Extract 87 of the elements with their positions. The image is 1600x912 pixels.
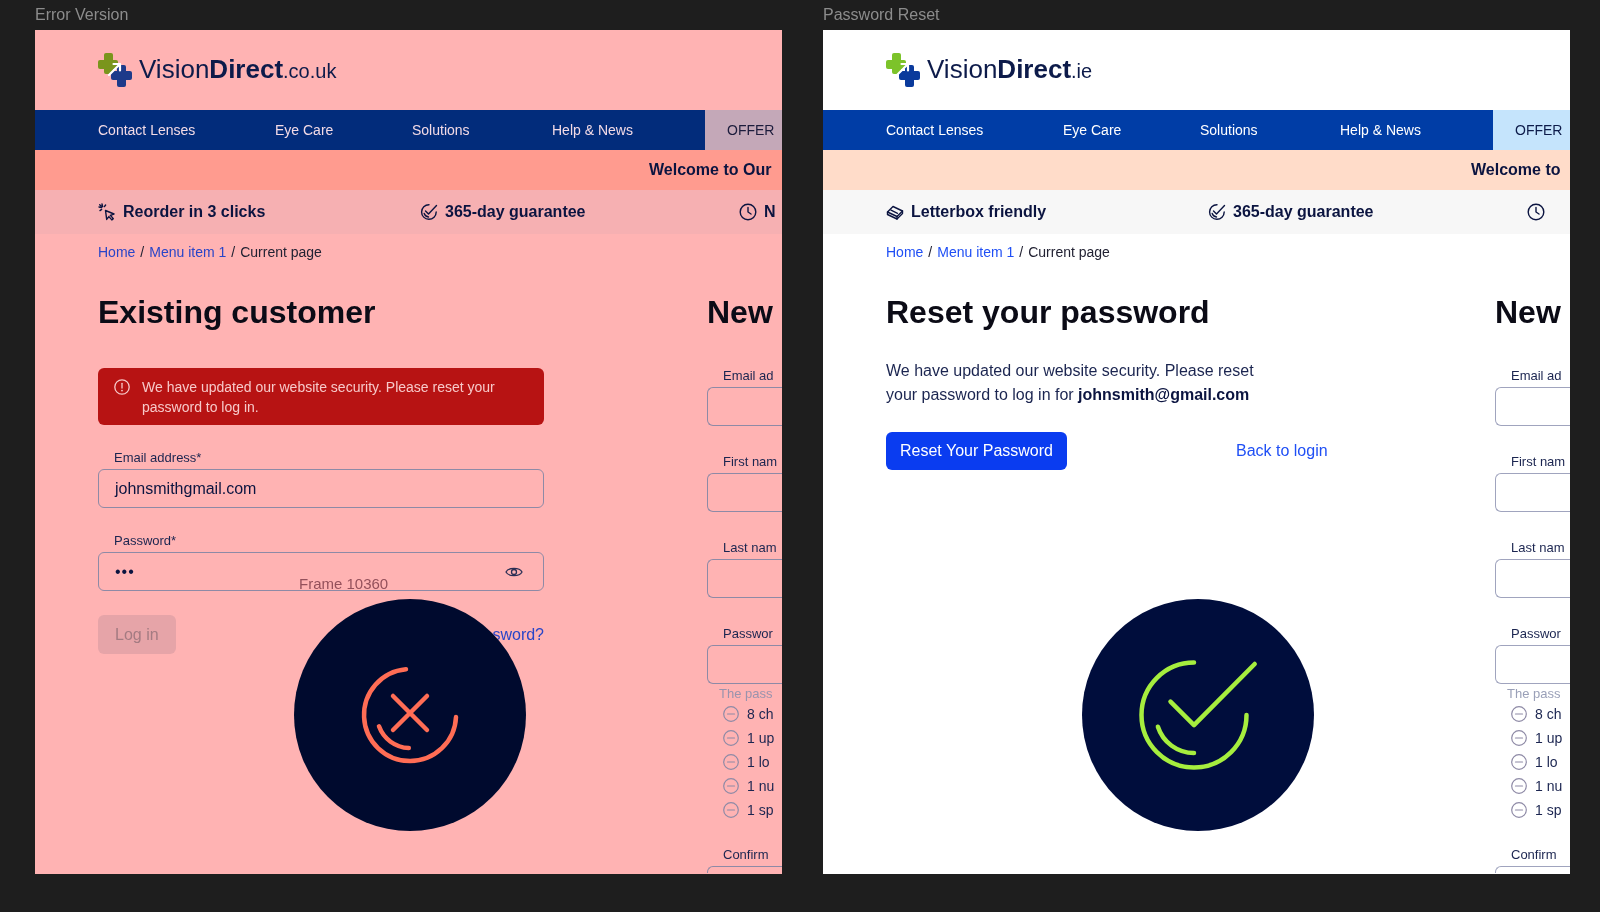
input-field[interactable] — [1495, 866, 1570, 873]
field-label: Last nam — [1510, 540, 1565, 556]
page-heading: Reset your password — [886, 293, 1210, 332]
reset-password-button[interactable]: Reset Your Password — [886, 432, 1067, 470]
frame-title: Password Reset — [823, 5, 940, 25]
field-label: Confirm — [722, 847, 769, 863]
logo-wordmark: VisionDirect.ie — [927, 54, 1093, 86]
page-heading: Existing customer — [98, 293, 376, 332]
welcome-text: Welcome to Our — [649, 161, 772, 179]
offer-tab[interactable]: OFFER — [1493, 110, 1570, 150]
breadcrumb-current: Current page — [240, 244, 322, 260]
alert-message: We have updated our website security. Please reset your password to log in. — [142, 378, 496, 417]
rule-text: 8 ch — [747, 706, 774, 722]
nav-link[interactable]: Help & News — [552, 122, 633, 138]
clock-icon — [1527, 203, 1545, 221]
rule-text: 1 lo — [747, 754, 770, 770]
input-field[interactable] — [707, 559, 782, 598]
breadcrumb-separator: / — [928, 244, 933, 260]
breadcrumb-separator: / — [231, 244, 236, 260]
input-field[interactable] — [1495, 645, 1570, 684]
eye-icon[interactable] — [505, 565, 523, 578]
check-circle-badge-icon — [1082, 599, 1314, 831]
back-to-login-link[interactable]: Back to login — [1236, 442, 1328, 460]
email-field[interactable]: johnsmithgmail.com — [98, 469, 544, 508]
hint-text: The pass — [718, 686, 773, 702]
benefit-text: Reorder in 3 clicks — [123, 203, 266, 221]
field-label: Email address* — [113, 450, 202, 466]
input-field[interactable] — [1495, 387, 1570, 426]
nav-link[interactable]: Help & News — [1340, 122, 1421, 138]
alert-icon — [114, 379, 130, 395]
message-text: We have updated our website security. Please reset your password to log in for johnsmith@gmail.com — [886, 361, 1255, 405]
field-label: First nam — [1510, 454, 1566, 470]
input-field[interactable] — [1495, 473, 1570, 512]
benefit-text: N — [764, 203, 776, 221]
offer-tab[interactable]: OFFER — [705, 110, 782, 150]
field-label: Email ad — [722, 368, 774, 384]
section-heading: New — [707, 293, 773, 332]
input-field[interactable] — [1495, 559, 1570, 598]
clock-icon — [739, 203, 757, 221]
frame-caption: Frame 10360 — [299, 576, 389, 591]
check-circle-icon — [420, 203, 438, 221]
check-circle-icon — [1208, 203, 1226, 221]
field-label: First nam — [722, 454, 778, 470]
field-label: Passwor — [1510, 626, 1561, 642]
logo-wordmark: VisionDirect.co.uk — [139, 54, 337, 86]
frame-title: Error Version — [35, 5, 129, 25]
cursor-click-icon — [98, 203, 116, 221]
breadcrumb-current: Current page — [1028, 244, 1110, 260]
rule-text: 1 sp — [747, 802, 774, 818]
rule-text: 1 nu — [1535, 778, 1563, 794]
hint-text: The pass — [1506, 686, 1561, 702]
box-icon — [886, 203, 904, 221]
field-label: Password* — [113, 533, 177, 549]
text-link[interactable]: sword? — [492, 625, 544, 644]
benefit-text: 365-day guarantee — [445, 203, 586, 221]
benefit-text: 365-day guarantee — [1233, 203, 1374, 221]
field-label: Confirm — [1510, 847, 1557, 863]
nav-link[interactable]: Solutions — [1200, 122, 1258, 138]
breadcrumb-link[interactable]: Home — [98, 244, 136, 260]
field-label: Last nam — [722, 540, 777, 556]
plus-logo-icon — [886, 53, 920, 87]
input-field[interactable] — [707, 387, 782, 426]
nav-link[interactable]: Contact Lenses — [886, 122, 984, 138]
field-label: Email ad — [1510, 368, 1562, 384]
field-label: Passwor — [722, 626, 773, 642]
nav-link[interactable]: Eye Care — [275, 122, 334, 138]
input-field[interactable] — [707, 866, 782, 873]
rule-text: 1 nu — [747, 778, 775, 794]
rule-text: 8 ch — [1535, 706, 1562, 722]
rule-text: 1 sp — [1535, 802, 1562, 818]
section-heading: New — [1495, 293, 1561, 332]
breadcrumb-separator: / — [1019, 244, 1024, 260]
benefit-text: Letterbox friendly — [911, 203, 1047, 221]
breadcrumb-link[interactable]: Home — [886, 244, 924, 260]
plus-logo-icon — [98, 53, 132, 87]
breadcrumb-link[interactable]: Menu item 1 — [149, 244, 227, 260]
breadcrumb-link[interactable]: Menu item 1 — [937, 244, 1015, 260]
nav-link[interactable]: Solutions — [412, 122, 470, 138]
breadcrumb-separator: / — [140, 244, 145, 260]
rule-text: 1 up — [1535, 730, 1563, 746]
rule-text: 1 lo — [1535, 754, 1558, 770]
nav-link[interactable]: Eye Care — [1063, 122, 1122, 138]
input-field[interactable] — [707, 473, 782, 512]
welcome-text: Welcome to — [1471, 161, 1561, 179]
nav-link[interactable]: Contact Lenses — [98, 122, 196, 138]
input-field[interactable] — [707, 645, 782, 684]
rule-text: 1 up — [747, 730, 775, 746]
